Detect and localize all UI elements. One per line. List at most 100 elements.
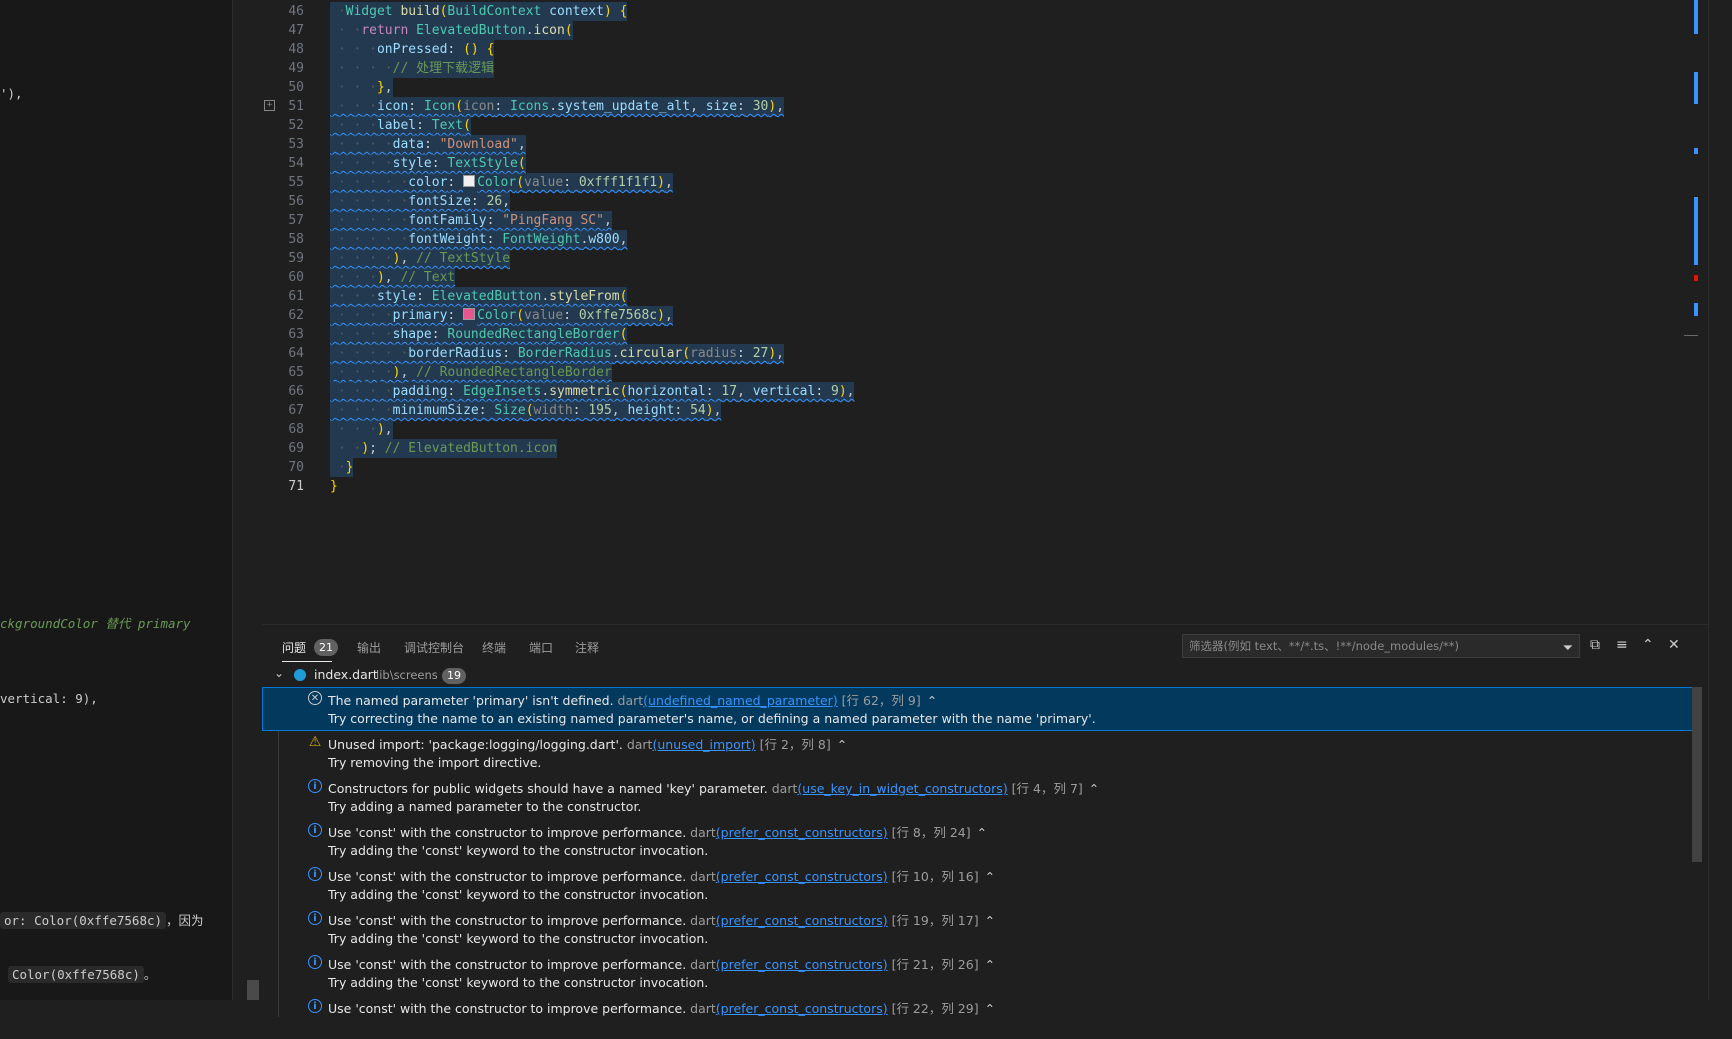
collapse-all-icon[interactable]: ⧉ [1590,637,1600,653]
maximize-panel-icon[interactable]: ⌃ [1642,637,1654,653]
problem-message: Use 'const' with the constructor to impr… [328,1001,996,1016]
info-icon: i [308,955,322,969]
code-line[interactable]: 55 · · · · ·color: Color(value: 0xfff1f1… [262,173,1702,192]
problems-filter-input[interactable]: 筛选器(例如 text、**/*.ts、!**/node_modules/**)… [1182,634,1580,658]
tab-terminal[interactable]: 终端 [482,639,506,656]
code-text: · · · ·shape: RoundedRectangleBorder( [330,325,628,344]
line-number: 62 [288,308,304,323]
code-line[interactable]: 53 · · · ·data: "Download", [262,135,1702,154]
code-line[interactable]: 46 ·Widget build(BuildContext context) { [262,2,1702,21]
problems-file-group[interactable]: ⌄ index.dart lib\screens 19 [262,665,1708,687]
line-number: 68 [288,422,304,437]
tab-output[interactable]: 输出 [357,639,381,656]
code-line[interactable]: 65 · · · ·), // RoundedRectangleBorder [262,363,1702,382]
code-text: · · ·style: ElevatedButton.styleFrom( [330,287,628,306]
scrollbar-thumb[interactable] [247,980,259,1000]
problem-code-link[interactable]: (prefer_const_constructors) [716,913,888,928]
code-line[interactable]: 47 · ·return ElevatedButton.icon( [262,21,1702,40]
color-swatch[interactable] [463,175,476,187]
ruler-mark [1694,303,1698,316]
problem-source: dart [626,737,653,752]
code-line[interactable]: 56 · · · · ·fontSize: 26, [262,192,1702,211]
chevron-up-icon[interactable]: ⌃ [985,957,995,972]
tab-ports[interactable]: 端口 [529,639,553,656]
problem-message: Constructors for public widgets should h… [328,781,1100,796]
problem-code-link[interactable]: (undefined_named_parameter) [643,693,838,708]
filter-icon[interactable]: ⏷ [1563,638,1573,660]
vertical-scrollbar[interactable] [1708,0,1732,1000]
chevron-up-icon[interactable]: ⌃ [977,825,987,840]
code-text: ·Widget build(BuildContext context) { [330,2,628,21]
line-number: 57 [288,213,304,228]
code-text: · · · ·primary: Color(value: 0xffe7568c)… [330,306,673,325]
problem-item[interactable]: i Use 'const' with the constructor to imp… [262,819,1696,863]
code-editor[interactable]: 46 ·Widget build(BuildContext context) {… [262,0,1708,624]
problem-message: Unused import: 'package:logging/logging.… [328,737,848,752]
code-line[interactable]: 61 · · ·style: ElevatedButton.styleFrom( [262,287,1702,306]
code-line[interactable]: 59 · · · ·), // TextStyle [262,249,1702,268]
problem-code-link[interactable]: (prefer_const_constructors) [716,1001,888,1016]
code-line[interactable]: 49 · · · ·// 处理下载逻辑 [262,59,1702,78]
problem-item[interactable]: ✕ The named parameter 'primary' isn't def… [262,687,1696,731]
line-number: 70 [288,460,304,475]
tab-comments[interactable]: 注释 [575,639,599,656]
overview-ruler[interactable] [1684,0,1708,624]
code-line[interactable]: 50 · · ·}, [262,78,1702,97]
panel-scrollbar-thumb[interactable] [1692,687,1702,862]
problem-code-link[interactable]: (prefer_const_constructors) [716,957,888,972]
problem-item[interactable]: i Use 'const' with the constructor to imp… [262,951,1696,995]
problem-item[interactable]: i Constructors for public widgets should … [262,775,1696,819]
ruler-mark [1694,0,1698,34]
code-text: · · ·onPressed: () { [330,40,495,59]
line-number: 67 [288,403,304,418]
problem-code-link[interactable]: (unused_import) [652,737,755,752]
code-text: · · · · ·borderRadius: BorderRadius.circ… [330,344,784,363]
code-line[interactable]: 64 · · · · ·borderRadius: BorderRadius.c… [262,344,1702,363]
chevron-up-icon[interactable]: ⌃ [927,693,937,708]
code-line[interactable]: 58 · · · · ·fontWeight: FontWeight.w800, [262,230,1702,249]
problem-item[interactable]: i Use 'const' with the constructor to imp… [262,995,1696,1039]
code-line[interactable]: 67 · · · ·minimumSize: Size(width: 195, … [262,401,1702,420]
code-text: · · ·label: Text( [330,116,471,135]
chevron-up-icon[interactable]: ⌃ [985,913,995,928]
fold-icon[interactable]: + [264,100,275,111]
code-line[interactable]: 71} [262,477,1702,496]
problem-item[interactable]: i Use 'const' with the constructor to imp… [262,863,1696,907]
code-line[interactable]: 62 · · · ·primary: Color(value: 0xffe756… [262,306,1702,325]
problem-code-link[interactable]: (use_key_in_widget_constructors) [797,781,1007,796]
code-line[interactable]: 70 ·} [262,458,1702,477]
problem-message: The named parameter 'primary' isn't defi… [328,693,938,708]
chevron-up-icon[interactable]: ⌃ [985,1001,995,1016]
chevron-up-icon[interactable]: ⌃ [1089,781,1099,796]
problem-item[interactable]: ⚠ Unused import: 'package:logging/logging… [262,731,1696,775]
chevron-up-icon[interactable]: ⌃ [985,869,995,884]
line-number: 47 [288,23,304,38]
tab-problems[interactable]: 问题 [282,639,333,662]
problem-code-link[interactable]: (prefer_const_constructors) [716,825,888,840]
ruler-error-mark [1694,275,1698,281]
chevron-down-icon[interactable]: ⌄ [274,666,284,680]
code-line[interactable]: 66 · · · ·padding: EdgeInsets.symmetric(… [262,382,1702,401]
problem-source: dart [771,781,798,796]
word-wrap-icon[interactable]: ≡ [1616,637,1628,653]
code-line[interactable]: 48 · · ·onPressed: () { [262,40,1702,59]
left-pane-scrollbar[interactable] [232,0,263,1000]
code-line[interactable]: 69 · ·); // ElevatedButton.icon [262,439,1702,458]
chevron-up-icon[interactable]: ⌃ [837,737,847,752]
color-swatch[interactable] [463,308,476,320]
close-panel-icon[interactable]: ✕ [1668,637,1680,653]
code-line[interactable]: 63 · · · ·shape: RoundedRectangleBorder( [262,325,1702,344]
code-text: · · · ·data: "Download", [330,135,526,154]
code-line[interactable]: 68 · · ·), [262,420,1702,439]
code-text: · · · · ·color: Color(value: 0xfff1f1f1)… [330,173,673,192]
code-line[interactable]: 60 · · ·), // Text [262,268,1702,287]
code-text: · ·); // ElevatedButton.icon [330,439,557,458]
ruler-mark [1694,197,1698,265]
code-line[interactable]: 52 · · ·label: Text( [262,116,1702,135]
problem-code-link[interactable]: (prefer_const_constructors) [716,869,888,884]
tab-debug-console[interactable]: 调试控制台 [404,639,464,656]
problem-item[interactable]: i Use 'const' with the constructor to imp… [262,907,1696,951]
code-line[interactable]: 54 · · · ·style: TextStyle( [262,154,1702,173]
code-line[interactable]: 57 · · · · ·fontFamily: "PingFang SC", [262,211,1702,230]
code-line[interactable]: 51 + · · ·icon: Icon(icon: Icons.system_u… [262,97,1702,116]
